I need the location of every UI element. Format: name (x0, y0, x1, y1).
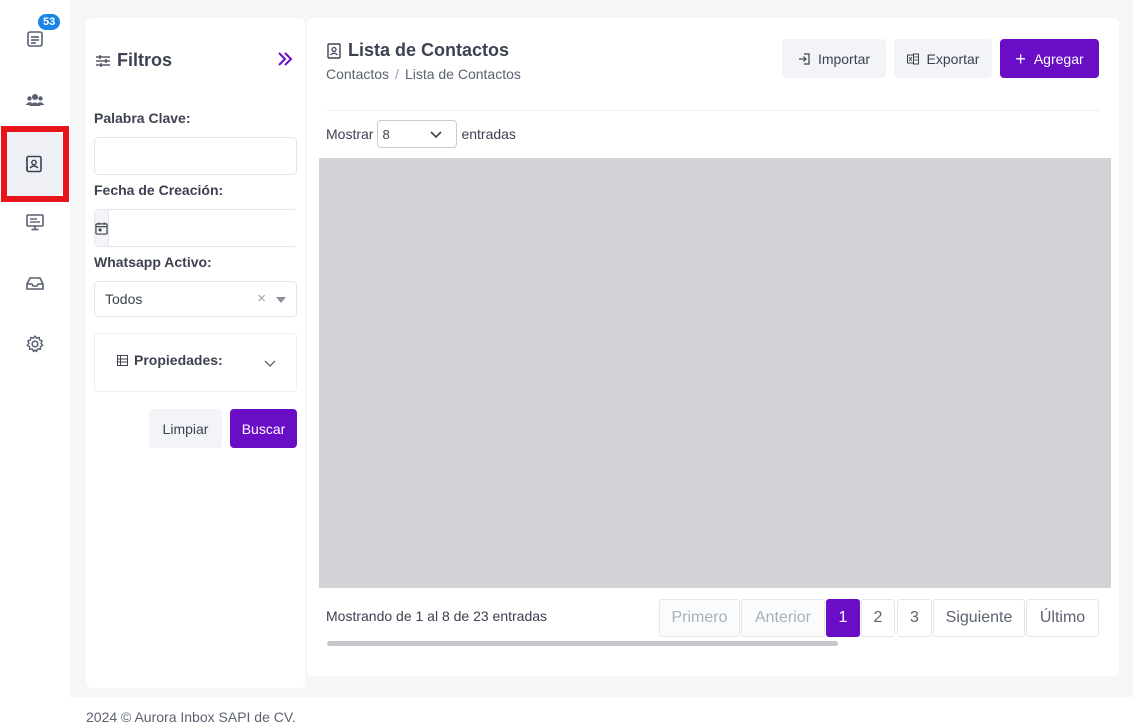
sign-in-icon (798, 52, 810, 65)
page-title: Lista de Contactos (326, 40, 509, 61)
breadcrumb-item-contacts[interactable]: Contactos (326, 66, 389, 82)
sliders-icon (96, 54, 110, 67)
import-button[interactable]: Importar (782, 39, 886, 78)
page-title-text: Lista de Contactos (348, 40, 510, 60)
excel-icon (906, 53, 919, 64)
breadcrumb-item-current: Lista de Contactos (404, 66, 521, 82)
sidebar-item-users[interactable] (17, 82, 53, 118)
import-button-label: Importar (817, 50, 871, 67)
header-divider (326, 110, 1099, 111)
sidebar-item-monitor[interactable] (17, 204, 53, 240)
caret-down-icon[interactable] (276, 297, 286, 303)
properties-label: Propiedades: (134, 352, 223, 368)
properties-accordion[interactable]: Propiedades: (94, 333, 297, 392)
clear-button[interactable]: Limpiar (149, 409, 222, 448)
keyword-label: Palabra Clave: (94, 110, 191, 126)
contacts-card: Lista de Contactos Contactos / Lista de … (307, 18, 1119, 676)
pagination-previous[interactable]: Anterior (741, 599, 825, 637)
notification-badge: 53 (38, 14, 61, 30)
filters-title-text: Filtros (117, 50, 173, 70)
inbox-tray-icon (26, 277, 44, 290)
breadcrumb-separator: / (395, 66, 399, 82)
pagination-page-1[interactable]: 1 (826, 599, 860, 637)
clear-selection-icon[interactable]: × (257, 290, 266, 307)
pagination-last[interactable]: Último (1026, 599, 1099, 637)
double-chevron-right-icon[interactable] (276, 50, 294, 68)
entries-label: entradas (461, 126, 516, 142)
whatsapp-select-value: Todos (105, 291, 143, 307)
plus-icon: + (1015, 48, 1026, 69)
whatsapp-select[interactable]: Todos × (94, 281, 297, 317)
keyword-input[interactable] (94, 137, 297, 175)
calendar-icon[interactable] (95, 210, 109, 246)
pagination-first[interactable]: Primero (659, 599, 740, 637)
chevron-down-icon[interactable] (263, 356, 277, 370)
horizontal-scrollbar[interactable] (327, 641, 838, 646)
add-button[interactable]: + Agregar (1000, 39, 1099, 78)
monitor-icon (26, 214, 44, 231)
sidebar-item-settings[interactable] (17, 326, 53, 362)
date-label: Fecha de Creación: (94, 182, 224, 198)
filters-panel: Filtros Palabra Clave: Fecha de Creación… (86, 18, 305, 688)
table-loading-placeholder (319, 158, 1111, 588)
ticket-icon (27, 31, 43, 47)
date-input[interactable] (109, 210, 302, 246)
chevron-down-icon (430, 131, 443, 139)
entries-select-value: 8 (382, 126, 390, 142)
list-icon (117, 354, 128, 366)
gear-icon (26, 335, 44, 353)
export-button-label: Exportar (926, 50, 980, 67)
left-rail: 53 (0, 0, 70, 728)
footer-copyright: 2024 © Aurora Inbox SAPI de CV. (86, 709, 296, 725)
pagination-page-2[interactable]: 2 (861, 599, 895, 637)
show-label: Mostrar (326, 126, 374, 142)
filters-title: Filtros (95, 50, 172, 71)
entries-length-control: Mostrar 8 entradas (326, 120, 516, 148)
properties-header: Propiedades: (117, 352, 223, 368)
date-field (94, 209, 302, 247)
pagination-next[interactable]: Siguiente (933, 599, 1025, 637)
active-highlight-frame (1, 126, 69, 202)
breadcrumb: Contactos / Lista de Contactos (326, 66, 521, 82)
entries-select[interactable]: 8 (377, 120, 458, 148)
users-icon (25, 94, 45, 106)
search-button[interactable]: Buscar (230, 409, 297, 448)
contact-book-icon (327, 42, 341, 59)
pagination-page-3[interactable]: 3 (897, 599, 932, 637)
table-info: Mostrando de 1 al 8 de 23 entradas (326, 608, 548, 624)
whatsapp-label: Whatsapp Activo: (94, 254, 212, 270)
sidebar-item-inbox[interactable] (17, 265, 53, 301)
add-button-label: Agregar (1033, 50, 1084, 67)
export-button[interactable]: Exportar (894, 39, 992, 78)
